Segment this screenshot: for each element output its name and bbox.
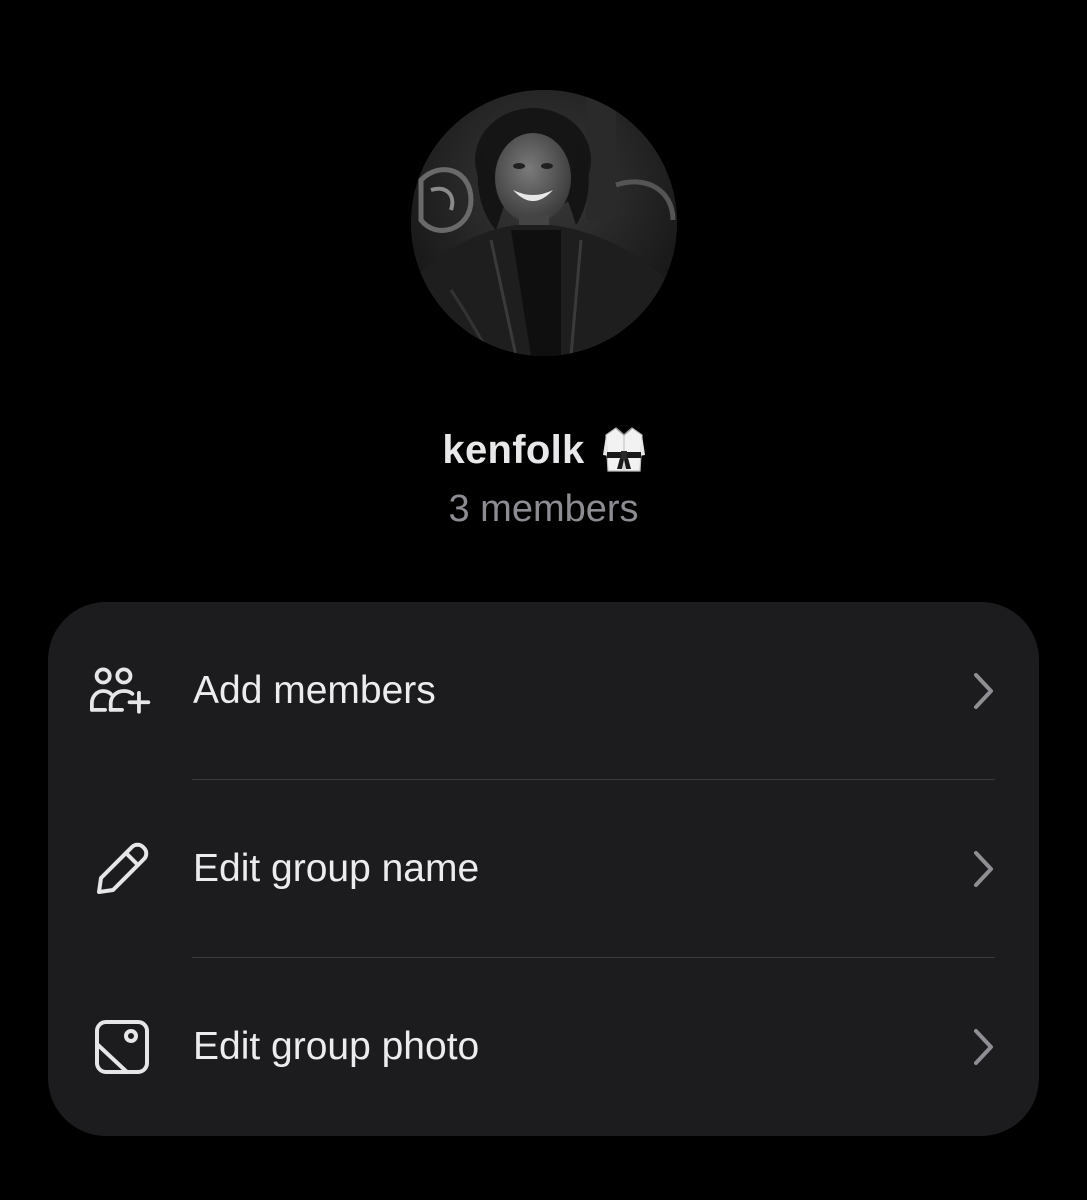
edit-group-name-row[interactable]: Edit group name — [48, 780, 1039, 958]
avatar-photo — [411, 90, 677, 356]
add-members-label: Add members — [193, 669, 436, 712]
martial-arts-uniform-icon — [602, 425, 645, 475]
chevron-right-icon — [971, 1028, 995, 1066]
group-avatar[interactable] — [411, 90, 677, 356]
chevron-right-icon — [971, 672, 995, 710]
group-options-card: Add members Edit group name Edit group p… — [48, 602, 1039, 1136]
edit-group-photo-label: Edit group photo — [193, 1025, 480, 1068]
group-info-screen: kenfolk 3 members Add members Edit group… — [0, 0, 1087, 1200]
group-name[interactable]: kenfolk — [442, 428, 584, 473]
add-members-row[interactable]: Add members — [48, 602, 1039, 780]
edit-group-name-label: Edit group name — [193, 847, 480, 890]
group-title-row: kenfolk — [0, 422, 1087, 478]
chevron-right-icon — [971, 850, 995, 888]
member-count: 3 members — [448, 488, 639, 530]
add-members-icon — [90, 661, 154, 721]
pencil-icon — [90, 839, 154, 899]
photo-icon — [90, 1017, 154, 1077]
edit-group-photo-row[interactable]: Edit group photo — [48, 958, 1039, 1136]
